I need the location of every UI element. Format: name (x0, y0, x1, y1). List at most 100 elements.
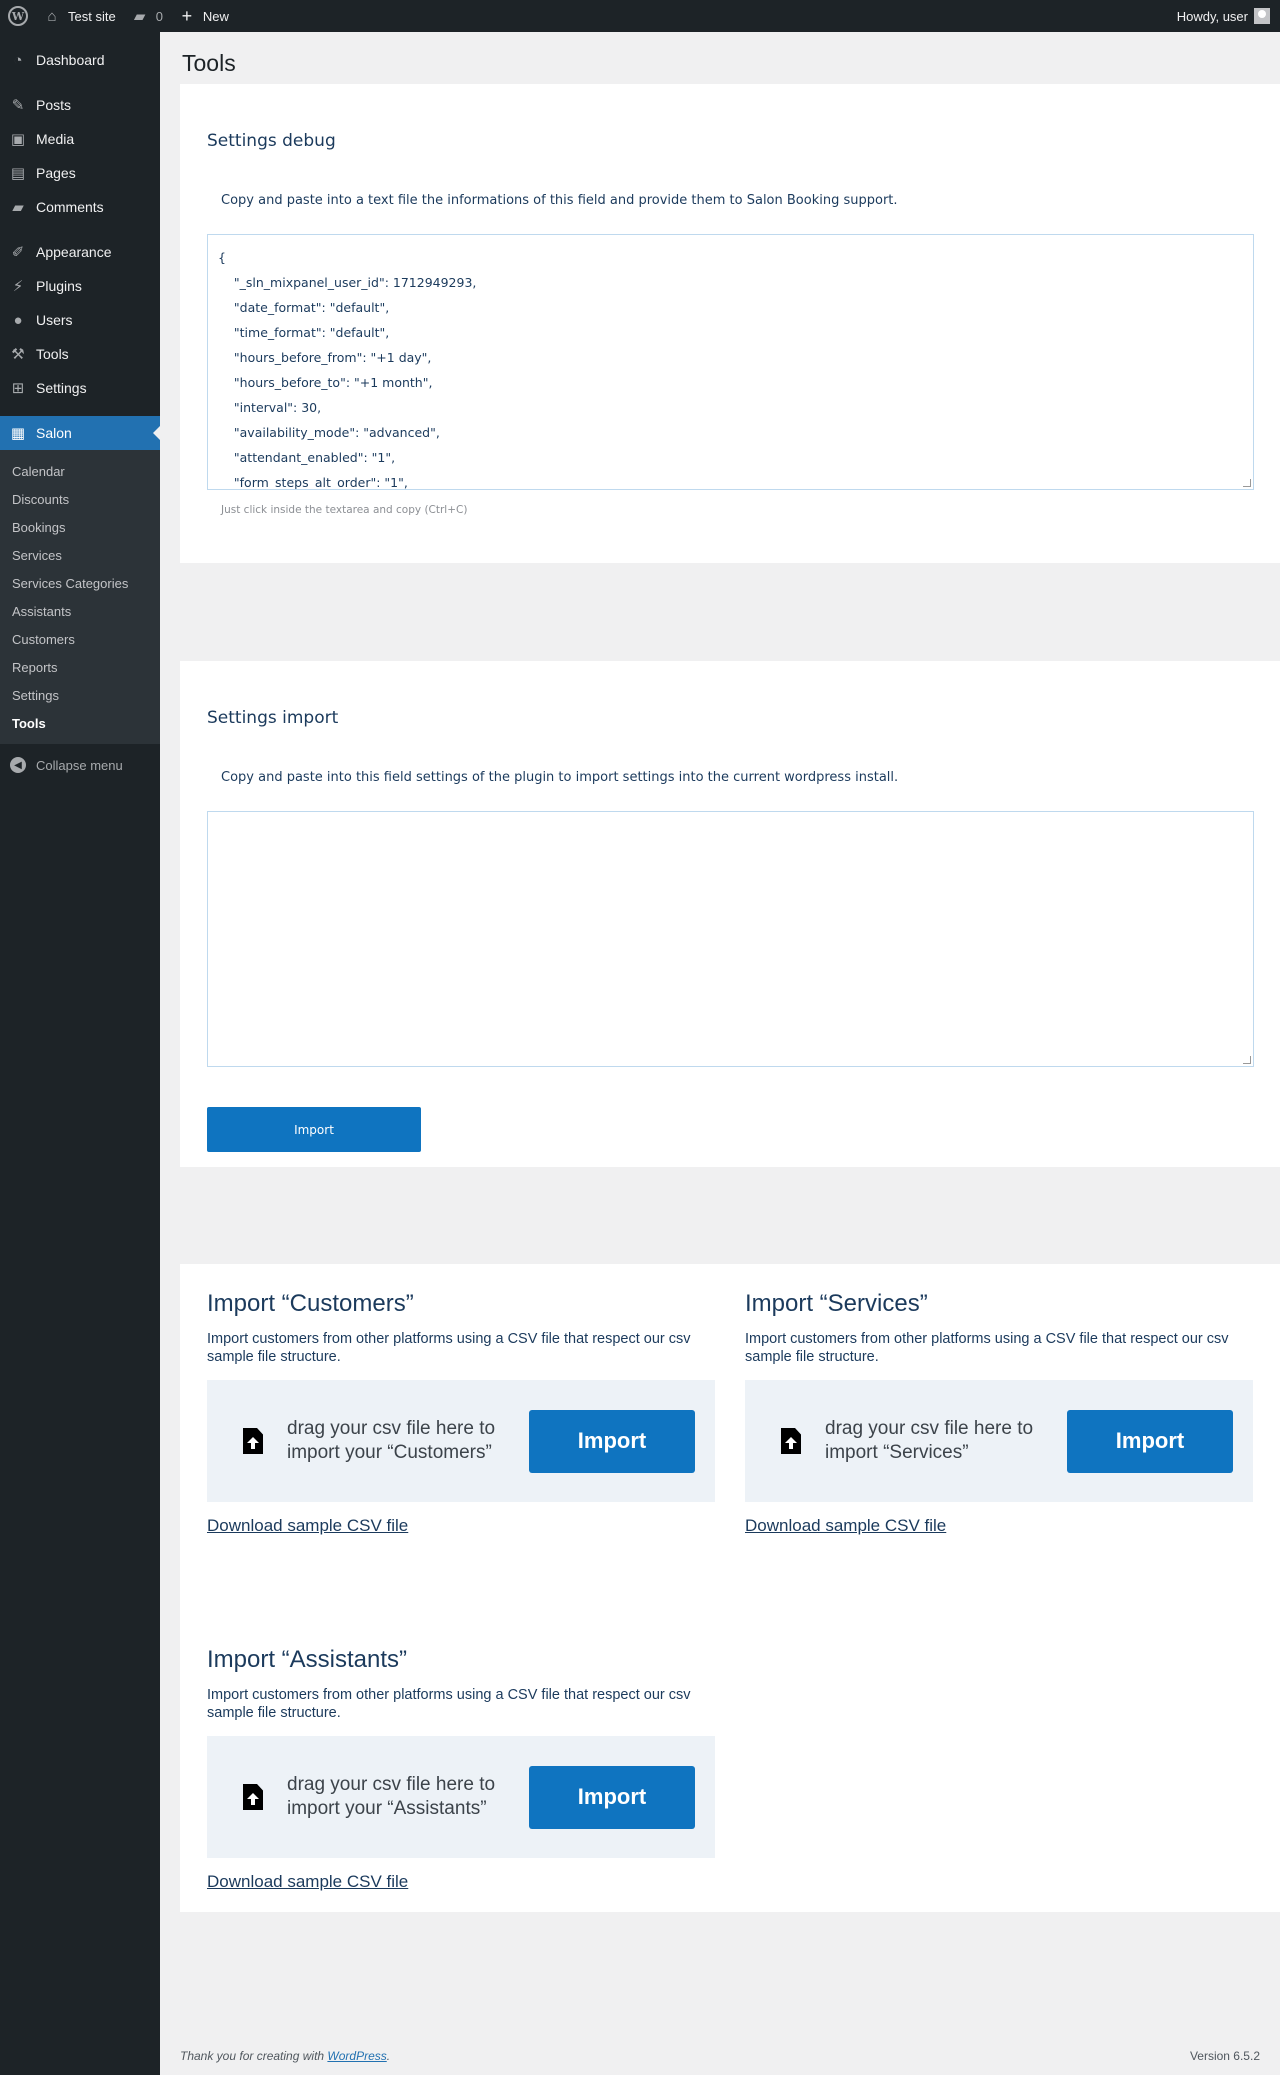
wrench-icon: ⚒ (11, 345, 25, 363)
site-name-link[interactable]: ⌂ Test site (36, 0, 124, 32)
textarea-line: "date_format": "default", (218, 300, 390, 315)
menu-label: Users (36, 312, 73, 328)
import-assistants-button[interactable]: Import (529, 1765, 695, 1829)
settings-import-button[interactable]: Import (207, 1107, 421, 1152)
comment-icon: ▰ (12, 198, 24, 216)
import-services-title: Import “Services” (745, 1290, 928, 1317)
import-services-description: Import customers from other platforms us… (745, 1331, 1229, 1365)
comments-link[interactable]: ▰ 0 (124, 0, 171, 32)
settings-import-description: Copy and paste into this field settings … (221, 770, 899, 785)
calendar-icon: ▦ (10, 424, 26, 442)
services-drop-zone[interactable]: drag your csv file here to import “Servi… (745, 1380, 1253, 1502)
submenu-calendar[interactable]: Calendar (0, 457, 160, 485)
import-assistants-title: Import “Assistants” (207, 1646, 408, 1673)
submenu-reports[interactable]: Reports (0, 653, 160, 681)
collapse-label: Collapse menu (36, 757, 123, 773)
comment-bubble-icon: ▰ (133, 7, 146, 25)
submenu-tools[interactable]: Tools (0, 709, 160, 737)
textarea-line: "hours_before_from": "+1 day", (218, 350, 432, 365)
settings-debug-textarea[interactable]: { "_sln_mixpanel_user_id": 1712949293, "… (207, 234, 1254, 490)
submenu-bookings[interactable]: Bookings (0, 513, 160, 541)
dashboard-icon: ◔ (13, 51, 23, 69)
settings-debug-title: Settings debug (207, 131, 336, 151)
new-label: New (202, 8, 229, 24)
submenu-services-categories[interactable]: Services Categories (0, 569, 160, 597)
footer-thanks: Thank you for creating with WordPress. (180, 2049, 390, 2063)
home-icon: ⌂ (47, 7, 57, 25)
import-customers-title: Import “Customers” (207, 1290, 414, 1317)
menu-appearance[interactable]: ✐ Appearance (0, 235, 160, 269)
submenu-customers[interactable]: Customers (0, 625, 160, 653)
textarea-line: "_sln_mixpanel_user_id": 1712949293, (218, 275, 477, 290)
submenu-settings[interactable]: Settings (0, 681, 160, 709)
menu-posts[interactable]: ✎ Posts (0, 88, 160, 122)
wordpress-link[interactable]: WordPress (327, 2049, 386, 2063)
resize-grip-icon[interactable] (1243, 1056, 1251, 1064)
submenu-services[interactable]: Services (0, 541, 160, 569)
settings-icon: ⊞ (11, 379, 25, 397)
new-content-link[interactable]: + New (171, 0, 237, 32)
menu-label: Salon (36, 425, 72, 441)
settings-debug-panel: Settings debug Copy and paste into a tex… (180, 84, 1280, 563)
download-sample-csv-link[interactable]: Download sample CSV file (207, 1872, 715, 1892)
user-icon: ● (13, 311, 23, 329)
menu-salon[interactable]: ▦ Salon (0, 416, 160, 450)
plus-icon: + (181, 6, 193, 26)
import-services-block: Import “Services” Import customers from … (745, 1290, 1253, 1536)
drop-zone-text: drag your csv file here to import “Servi… (825, 1418, 1034, 1463)
menu-label: Comments (36, 199, 104, 215)
import-customers-button[interactable]: Import (529, 1409, 695, 1473)
avatar (1254, 8, 1270, 24)
settings-import-title: Settings import (207, 708, 339, 728)
admin-bar: W ⌂ Test site ▰ 0 + New Howdy, user (0, 0, 1280, 32)
pin-icon: ✎ (11, 96, 25, 114)
submenu-discounts[interactable]: Discounts (0, 485, 160, 513)
collapse-arrow-icon: ◀ (10, 757, 26, 773)
menu-label: Media (36, 131, 75, 147)
wp-logo-menu[interactable]: W (0, 0, 36, 32)
settings-import-panel: Settings import Copy and paste into this… (180, 661, 1280, 1167)
textarea-line: "attendant_enabled": "1", (218, 450, 396, 465)
menu-label: Tools (36, 346, 69, 362)
download-sample-csv-link[interactable]: Download sample CSV file (745, 1516, 1253, 1536)
menu-media[interactable]: ▣ Media (0, 122, 160, 156)
media-icon: ▣ (10, 130, 26, 148)
menu-label: Pages (36, 165, 76, 181)
menu-settings[interactable]: ⊞ Settings (0, 371, 160, 405)
resize-grip-icon[interactable] (1243, 479, 1251, 487)
account-menu[interactable]: Howdy, user (1177, 8, 1280, 24)
plugin-icon: ⚡ (12, 277, 24, 295)
menu-label: Settings (36, 380, 87, 396)
textarea-line: "form_steps_alt_order": "1", (218, 475, 408, 490)
textarea-line: "hours_before_to": "+1 month", (218, 375, 433, 390)
file-upload-icon (781, 1428, 801, 1454)
menu-dashboard[interactable]: ◔ Dashboard (0, 43, 160, 77)
menu-tools[interactable]: ⚒ Tools (0, 337, 160, 371)
customers-drop-zone[interactable]: drag your csv file here to import your “… (207, 1380, 715, 1502)
salon-submenu: Calendar Discounts Bookings Services Ser… (0, 450, 160, 744)
collapse-menu-button[interactable]: ◀ Collapse menu (0, 748, 160, 782)
footer-thanks-suffix: . (386, 2049, 391, 2063)
pages-icon: ▤ (10, 164, 26, 182)
submenu-assistants[interactable]: Assistants (0, 597, 160, 625)
file-upload-icon (243, 1428, 263, 1454)
import-services-button[interactable]: Import (1067, 1409, 1233, 1473)
menu-label: Posts (36, 97, 72, 113)
download-sample-csv-link[interactable]: Download sample CSV file (207, 1516, 715, 1536)
menu-label: Dashboard (36, 52, 105, 68)
textarea-line: "interval": 30, (218, 400, 322, 415)
menu-users[interactable]: ● Users (0, 303, 160, 337)
assistants-drop-zone[interactable]: drag your csv file here to import your “… (207, 1736, 715, 1858)
import-customers-block: Import “Customers” Import customers from… (207, 1290, 715, 1536)
settings-debug-description: Copy and paste into a text file the info… (221, 193, 898, 208)
menu-comments[interactable]: ▰ Comments (0, 190, 160, 224)
menu-pages[interactable]: ▤ Pages (0, 156, 160, 190)
settings-import-textarea[interactable] (207, 811, 1254, 1067)
menu-plugins[interactable]: ⚡ Plugins (0, 269, 160, 303)
import-customers-description: Import customers from other platforms us… (207, 1331, 691, 1365)
textarea-line: "time_format": "default", (218, 325, 390, 340)
footer-thanks-text: Thank you for creating with (180, 2049, 328, 2063)
howdy-text: Howdy, user (1176, 8, 1248, 24)
brush-icon: ✐ (11, 243, 25, 261)
wordpress-logo-icon: W (8, 6, 28, 26)
